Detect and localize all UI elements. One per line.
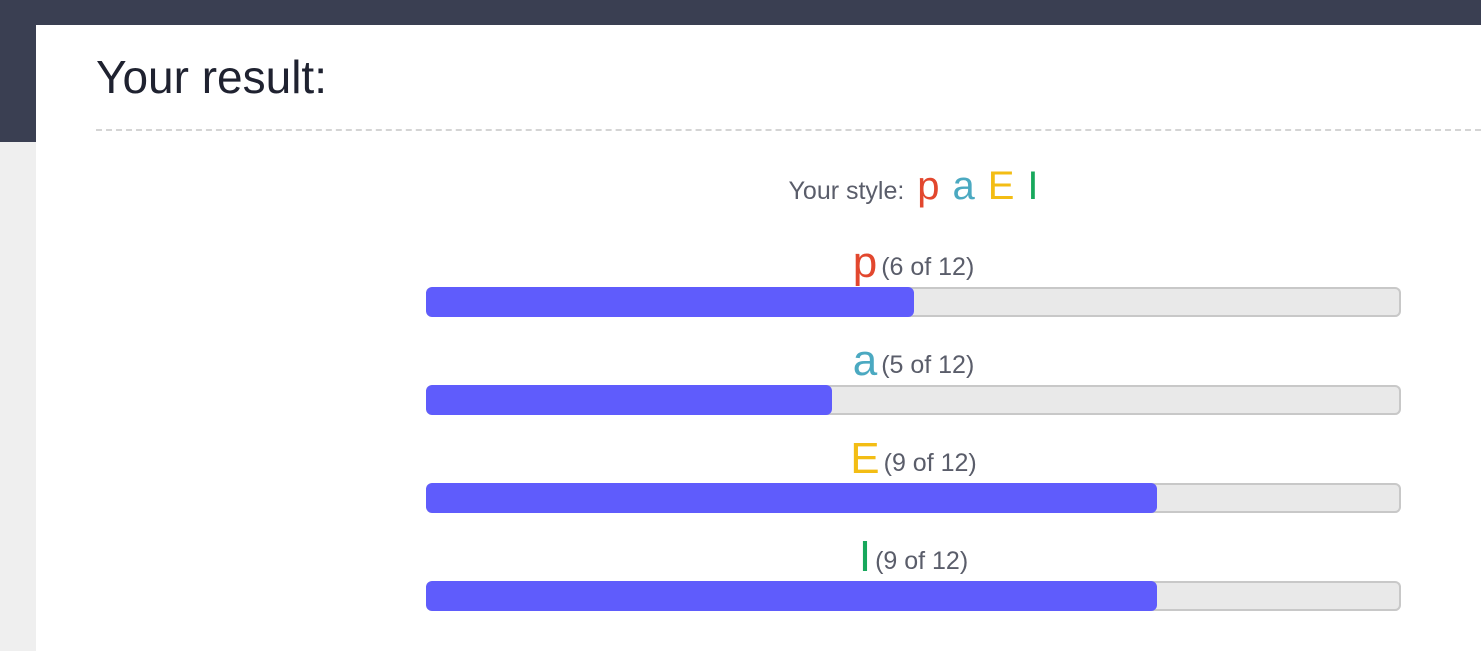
metric-count: (6 of 12)	[881, 253, 975, 281]
progress-bar-fill	[426, 483, 1158, 513]
style-letter-a: a	[952, 164, 975, 208]
metric-label: a (5 of 12)	[426, 337, 1401, 385]
metric-letter: I	[858, 532, 872, 581]
metric-letter: p	[852, 238, 878, 287]
progress-bar-fill	[426, 581, 1158, 611]
dashed-divider	[96, 129, 1481, 131]
style-summary-label: Your style:	[788, 177, 905, 205]
metric-letter: E	[850, 434, 880, 483]
style-summary: Your style: p a E I	[426, 161, 1401, 216]
progress-bar-track	[426, 483, 1401, 513]
metric-count: (9 of 12)	[883, 449, 977, 477]
metric-p: p (6 of 12)	[426, 239, 1401, 317]
metric-count: (9 of 12)	[875, 547, 969, 575]
metric-letter: a	[852, 336, 878, 385]
progress-bar-track	[426, 287, 1401, 317]
metric-label: I (9 of 12)	[426, 533, 1401, 581]
page-title: Your result:	[96, 51, 327, 103]
progress-bar-fill	[426, 287, 914, 317]
progress-bar-track	[426, 581, 1401, 611]
result-card: Your result: Your style: p a E I p (6 of …	[36, 25, 1481, 651]
progress-bar-track	[426, 385, 1401, 415]
progress-bar-fill	[426, 385, 833, 415]
metric-a: a (5 of 12)	[426, 337, 1401, 415]
style-letter-p: p	[917, 164, 940, 208]
metric-count: (5 of 12)	[881, 351, 975, 379]
metric-label: p (6 of 12)	[426, 239, 1401, 287]
style-letter-e: E	[987, 164, 1015, 208]
metric-label: E (9 of 12)	[426, 435, 1401, 483]
metric-e: E (9 of 12)	[426, 435, 1401, 513]
metric-i: I (9 of 12)	[426, 533, 1401, 611]
style-letter-i: I	[1027, 164, 1039, 208]
